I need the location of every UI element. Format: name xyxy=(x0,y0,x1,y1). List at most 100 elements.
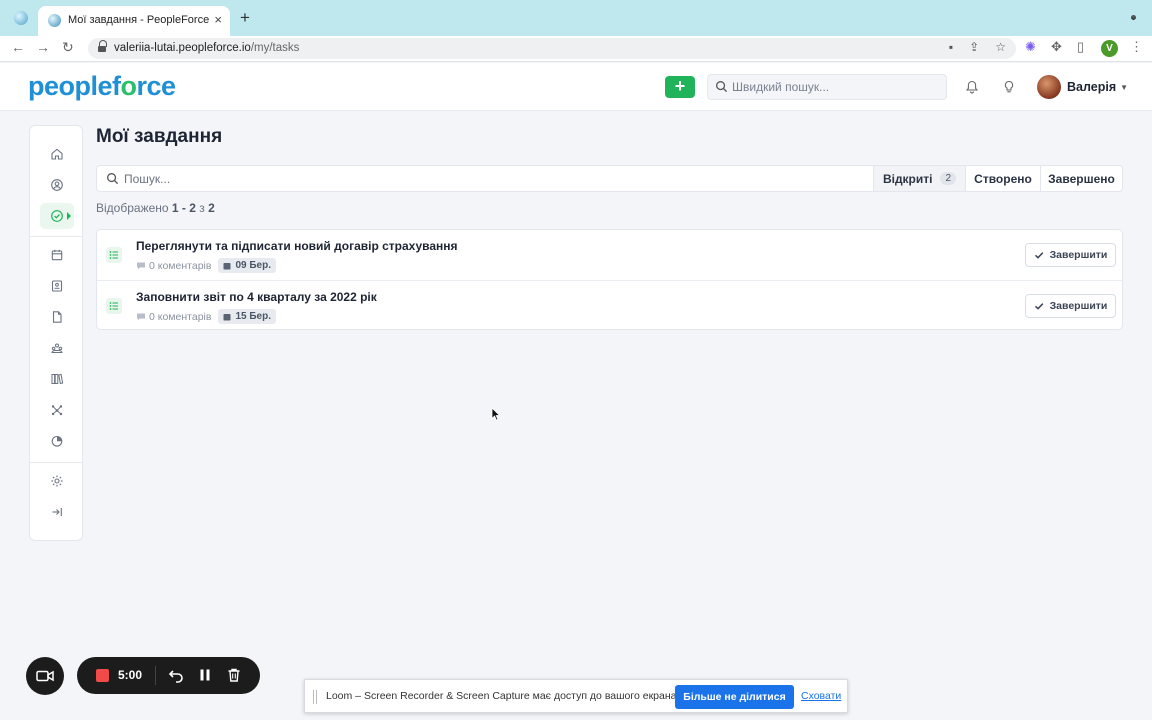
check-circle-icon xyxy=(51,210,63,222)
tab-open-label: Відкриті xyxy=(882,171,933,186)
stop-sharing-button[interactable]: Більше не ділитися xyxy=(675,685,794,709)
quick-search[interactable] xyxy=(707,74,947,100)
url-path: /my/tasks xyxy=(250,42,300,54)
id-card-icon xyxy=(51,280,63,292)
due-date-badge: 15 Бер. xyxy=(218,309,276,324)
tab-open-count: 2 xyxy=(940,172,957,185)
reload-icon[interactable]: ↻ xyxy=(62,39,74,56)
loom-divider xyxy=(155,666,156,685)
stop-recording-icon[interactable] xyxy=(96,669,109,682)
calendar-icon xyxy=(223,262,231,269)
sidebar-item-reports[interactable] xyxy=(40,428,74,454)
comments-count[interactable]: 0 коментарів xyxy=(136,311,211,323)
tab-created[interactable]: Створено xyxy=(965,166,1040,191)
complete-task-button[interactable]: Завершити xyxy=(1025,294,1116,318)
recording-timer: 5:00 xyxy=(118,668,143,682)
tab-search-chevron-icon[interactable]: ⌄ xyxy=(1129,10,1138,23)
tab-close-icon[interactable]: × xyxy=(214,12,222,27)
browser-menu-icon[interactable] xyxy=(14,11,28,25)
drag-handle-icon[interactable] xyxy=(313,690,317,704)
task-title[interactable]: Заповнити звіт по 4 кварталу за 2022 рік xyxy=(136,290,377,304)
lightbulb-icon[interactable] xyxy=(1002,80,1016,94)
new-tab-icon[interactable]: + xyxy=(240,9,250,27)
app-header: peopleforce + Валерія ▼ xyxy=(0,63,1152,111)
peopleforce-logo[interactable]: peopleforce xyxy=(28,71,176,101)
pause-icon[interactable] xyxy=(197,667,213,683)
network-icon xyxy=(51,405,63,416)
avatar xyxy=(1037,75,1061,99)
mouse-cursor-icon xyxy=(491,407,501,421)
tab-title: Мої завдання - PeopleForce xyxy=(68,14,210,26)
sidebar-item-knowledge[interactable] xyxy=(40,366,74,392)
task-list: Переглянути та підписати новий догавір с… xyxy=(96,229,1123,330)
people-icon xyxy=(51,343,63,353)
tab-completed[interactable]: Завершено xyxy=(1040,166,1122,191)
complete-task-button[interactable]: Завершити xyxy=(1025,243,1116,267)
active-indicator-icon xyxy=(67,212,71,220)
sidebar-item-calendar[interactable] xyxy=(40,242,74,268)
browser-profile-avatar[interactable]: V xyxy=(1101,40,1118,57)
chevron-down-icon: ▼ xyxy=(1120,82,1129,92)
user-menu[interactable]: Валерія ▼ xyxy=(1037,75,1128,99)
lock-icon[interactable] xyxy=(98,40,107,53)
tab-open[interactable]: Відкриті 2 xyxy=(873,166,965,191)
calendar-icon xyxy=(223,313,231,320)
calendar-icon xyxy=(51,249,63,261)
browser-tab-bar: Мої завдання - PeopleForce × + ⌄ xyxy=(0,0,1152,36)
sidebar-item-settings[interactable] xyxy=(40,468,74,494)
pie-chart-icon xyxy=(51,435,63,447)
pagination-summary: Відображено 1 - 2 з 2 xyxy=(96,201,215,215)
list-item[interactable]: Переглянути та підписати новий догавір с… xyxy=(97,230,1122,280)
url-bar[interactable]: valeriia-lutai.peopleforce.io/my/tasks ▪… xyxy=(88,38,1016,59)
loom-camera-button[interactable] xyxy=(26,657,64,695)
bell-icon[interactable] xyxy=(965,80,979,94)
due-date-label: 09 Бер. xyxy=(235,260,271,271)
comments-label: 0 коментарів xyxy=(149,310,212,323)
undo-icon[interactable] xyxy=(168,667,184,683)
quick-search-input[interactable] xyxy=(732,78,942,96)
list-item[interactable]: Заповнити звіт по 4 кварталу за 2022 рік… xyxy=(97,280,1122,330)
sidebar-item-teams[interactable] xyxy=(40,335,74,361)
comments-count[interactable]: 0 коментарів xyxy=(136,260,211,272)
url-host: valeriia-lutai.peopleforce.io xyxy=(114,42,251,54)
showing-of: з xyxy=(199,201,205,215)
forward-icon[interactable]: → xyxy=(36,39,50,55)
sidebar-item-tasks[interactable] xyxy=(40,203,74,229)
showing-range: 1 - 2 xyxy=(171,201,196,215)
peopleforce-favicon-icon xyxy=(48,14,61,27)
extensions-puzzle-icon[interactable]: ✥ xyxy=(1051,39,1062,55)
sidebar-divider xyxy=(30,236,82,237)
sidebar-item-collapse[interactable] xyxy=(40,499,74,525)
sidebar-item-employees[interactable] xyxy=(40,273,74,299)
due-date-label: 15 Бер. xyxy=(235,311,271,322)
home-icon xyxy=(51,148,63,160)
complete-task-label: Завершити xyxy=(1049,300,1108,312)
sidebar-item-home[interactable] xyxy=(40,141,74,167)
browser-menu-dots-icon[interactable]: ⋮ xyxy=(1130,39,1143,55)
task-search-input[interactable] xyxy=(124,170,864,188)
books-icon xyxy=(51,373,64,385)
task-title[interactable]: Переглянути та підписати новий догавір с… xyxy=(136,239,458,253)
sidebar-item-documents[interactable] xyxy=(40,304,74,330)
hide-notification-link[interactable]: Сховати xyxy=(801,690,841,702)
sidebar-item-profile[interactable] xyxy=(40,172,74,198)
trash-icon[interactable] xyxy=(226,667,242,683)
quick-add-button[interactable]: + xyxy=(665,76,695,98)
sharing-message: Loom – Screen Recorder & Screen Capture … xyxy=(326,690,680,702)
sidebar-item-org-chart[interactable] xyxy=(40,397,74,423)
user-circle-icon xyxy=(51,179,63,191)
loom-extension-icon[interactable]: ✺ xyxy=(1025,39,1036,55)
side-panel-icon[interactable]: ▯ xyxy=(1077,39,1084,55)
user-name: Валерія xyxy=(1067,80,1117,94)
screen-sharing-notification: Loom – Screen Recorder & Screen Capture … xyxy=(304,679,848,713)
bookmark-star-icon[interactable]: ☆ xyxy=(995,40,1006,54)
search-icon xyxy=(107,173,119,185)
camera-icon[interactable]: ▪ xyxy=(949,40,953,54)
showing-total: 2 xyxy=(208,201,215,215)
back-icon[interactable]: ← xyxy=(11,39,25,55)
share-icon[interactable]: ⇪ xyxy=(969,40,979,54)
comment-icon xyxy=(137,262,145,270)
sidebar xyxy=(29,125,83,541)
browser-tab[interactable]: Мої завдання - PeopleForce × xyxy=(38,6,230,36)
url-text: valeriia-lutai.peopleforce.io/my/tasks xyxy=(114,42,299,54)
